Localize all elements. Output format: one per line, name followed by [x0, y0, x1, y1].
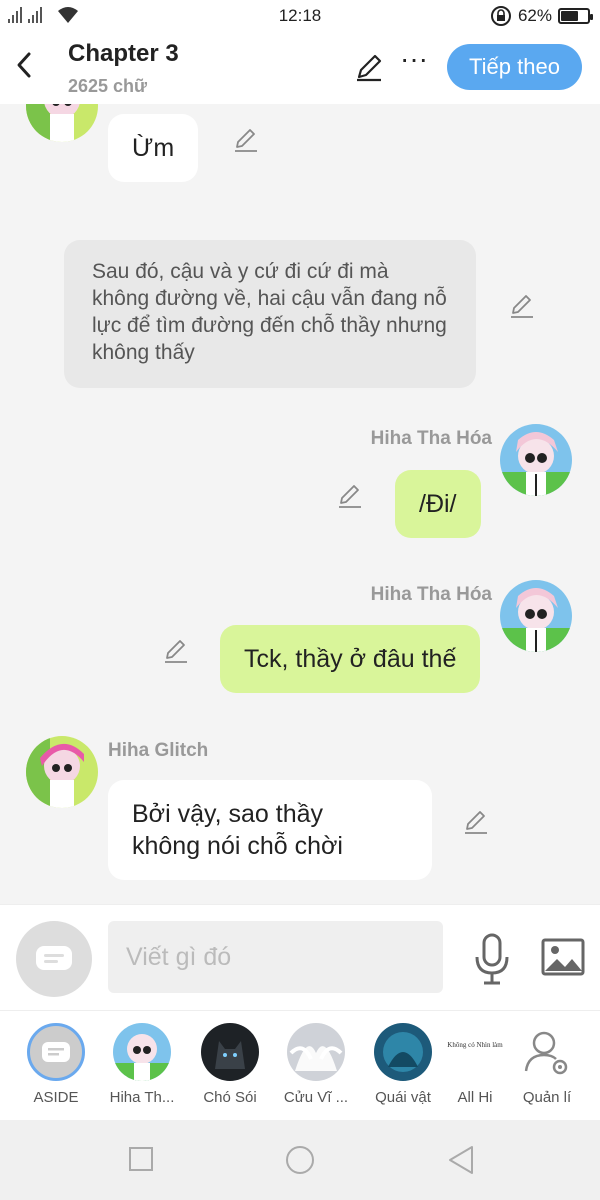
- character-quai-vat[interactable]: Quái vật: [364, 1023, 442, 1106]
- character-aside[interactable]: ASIDE: [17, 1023, 95, 1106]
- user-settings-icon: [524, 1031, 568, 1075]
- more-options-button[interactable]: ···: [400, 45, 428, 78]
- character-cho-soi[interactable]: Chó Sói: [191, 1023, 269, 1106]
- character-all-hi[interactable]: Không có Nhìn làm All Hi: [436, 1023, 514, 1106]
- chevron-left-icon: [17, 52, 31, 78]
- avatar-hiha-tha-hoa[interactable]: [500, 424, 572, 496]
- character-hiha[interactable]: Hiha Th...: [103, 1023, 181, 1106]
- recents-icon[interactable]: [128, 1146, 154, 1172]
- composer-bar: [0, 904, 600, 1010]
- aside-thumb: [27, 1023, 85, 1081]
- message-bubble[interactable]: /Đi/: [395, 470, 481, 538]
- pencil-icon: [357, 54, 382, 82]
- character-name: Chó Sói: [203, 1089, 257, 1106]
- edit-message-icon[interactable]: [162, 637, 190, 665]
- character-strip: ASIDE Hiha Th... Chó Sói Cửu Vĩ ... Quái…: [0, 1010, 600, 1120]
- message-text: /Đi/: [419, 490, 457, 518]
- image-button[interactable]: [541, 937, 585, 977]
- avatar-hiha-glitch[interactable]: [26, 736, 98, 808]
- message-bubble[interactable]: Tck, thầy ở đâu thế: [220, 625, 481, 693]
- microphone-icon: [475, 933, 509, 985]
- back-button[interactable]: [14, 50, 42, 82]
- manage-characters-button[interactable]: Quản lí: [508, 1023, 586, 1106]
- more-dots-icon: ···: [400, 43, 428, 74]
- edit-message-icon[interactable]: [336, 482, 364, 510]
- message-text: Ừm: [132, 134, 175, 162]
- edit-message-icon[interactable]: [232, 126, 260, 154]
- character-name: Quái vật: [375, 1089, 431, 1106]
- character-name: Quản lí: [522, 1089, 572, 1106]
- message-text: Bởi vậy, sao thầy: [132, 800, 324, 828]
- battery-percent: 62%: [517, 6, 552, 25]
- message-input[interactable]: [108, 921, 443, 993]
- manage-thumb: [518, 1023, 576, 1081]
- back-nav-icon[interactable]: [446, 1144, 476, 1176]
- character-avatar: [113, 1023, 171, 1081]
- narration-text: Sau đó, cậu và y cứ đi cứ đi mà không đư…: [92, 260, 447, 364]
- character-avatar: [374, 1023, 432, 1081]
- thumb-caption: Không có Nhìn làm: [447, 1041, 503, 1049]
- status-right: 62%: [490, 5, 593, 27]
- chapter-header: Chapter 3 2625 chữ ··· Tiếp theo: [0, 32, 600, 104]
- rotation-lock-icon: [490, 6, 511, 26]
- page-title: Chapter 3: [68, 40, 179, 67]
- home-icon[interactable]: [284, 1144, 316, 1176]
- battery-fill: [561, 11, 579, 21]
- message-bubble[interactable]: Ừm: [108, 114, 199, 182]
- chat-bubble-icon: [36, 946, 72, 970]
- character-name: Cửu Vĩ ...: [283, 1089, 349, 1106]
- status-bar: 12:18 62%: [0, 0, 600, 32]
- image-icon: [541, 938, 585, 976]
- message-bubble[interactable]: Bởi vậy, sao thầy không nói chỗ chời: [108, 780, 432, 880]
- word-count: 2625 chữ: [68, 76, 148, 96]
- character-avatar: Không có Nhìn làm: [446, 1023, 504, 1081]
- chat-bubble-icon: [42, 1042, 70, 1062]
- edit-message-icon[interactable]: [462, 808, 490, 836]
- chat-area[interactable]: Ừm Sau đó, cậu và y cứ đi cứ đi mà không…: [0, 104, 600, 904]
- battery-icon: [558, 8, 593, 24]
- voice-button[interactable]: [472, 933, 512, 985]
- sender-name: Hiha Tha Hóa: [370, 428, 492, 449]
- character-name: ASIDE: [33, 1089, 79, 1106]
- edit-narration-icon[interactable]: [508, 292, 536, 320]
- character-name: All Hi: [457, 1089, 493, 1106]
- narration-bubble[interactable]: Sau đó, cậu và y cứ đi cứ đi mà không đư…: [64, 240, 476, 388]
- sender-name: Hiha Tha Hóa: [370, 584, 492, 605]
- avatar-hiha-tha-hoa[interactable]: [500, 580, 572, 652]
- avatar-hiha-glitch[interactable]: [26, 104, 98, 142]
- character-avatar: [287, 1023, 345, 1081]
- next-chapter-button[interactable]: Tiếp theo: [447, 44, 582, 90]
- message-text: Tck, thầy ở đâu thế: [244, 645, 457, 673]
- character-name: Hiha Th...: [109, 1089, 175, 1106]
- message-text: không nói chỗ chời: [132, 832, 343, 860]
- character-avatar: [201, 1023, 259, 1081]
- edit-title-button[interactable]: [354, 52, 386, 84]
- sender-name: Hiha Glitch: [108, 740, 209, 761]
- system-nav-bar: [0, 1120, 600, 1200]
- character-cuu-vi[interactable]: Cửu Vĩ ...: [277, 1023, 355, 1106]
- aside-toggle-button[interactable]: [16, 921, 92, 997]
